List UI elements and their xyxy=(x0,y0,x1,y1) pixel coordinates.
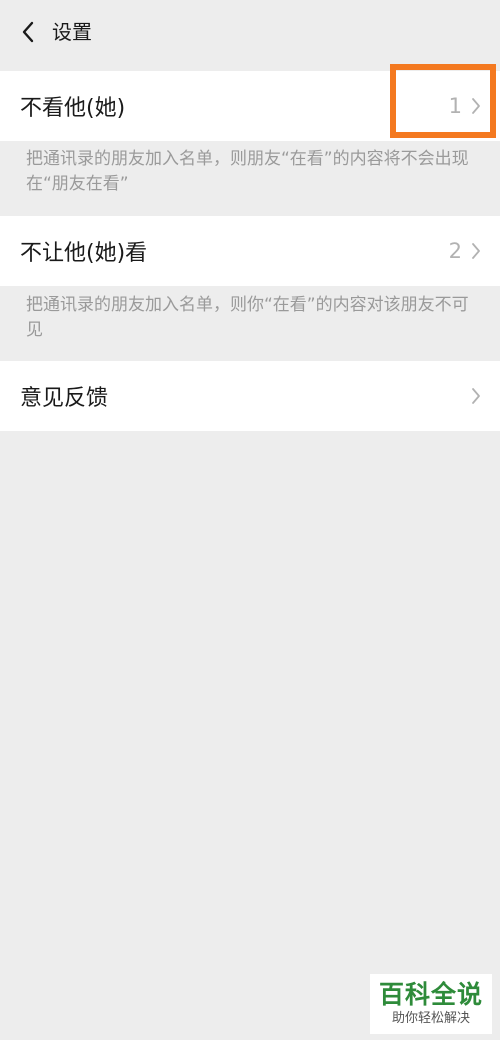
row-count: 2 xyxy=(448,239,462,263)
watermark-logo: 百科全说 助你轻松解决 xyxy=(370,974,492,1034)
chevron-right-icon xyxy=(470,386,482,406)
highlight-box xyxy=(390,64,496,138)
chevron-right-icon xyxy=(470,241,482,261)
top-bar: 设置 xyxy=(0,0,500,64)
row-label: 不让他(她)看 xyxy=(20,241,148,266)
watermark-subtitle: 助你轻松解决 xyxy=(391,1011,470,1026)
row-hide-my-content[interactable]: 不让他(她)看 2 xyxy=(0,216,500,286)
row-description: 把通讯录的朋友加入名单，则朋友“在看”的内容将不会出现在“朋友在看” xyxy=(26,149,469,194)
row-description: 把通讯录的朋友加入名单，则你“在看”的内容对该朋友不可见 xyxy=(26,295,469,340)
row-label: 意见反馈 xyxy=(20,386,109,411)
row-feedback[interactable]: 意见反馈 xyxy=(0,361,500,431)
watermark-title: 百科全说 xyxy=(378,980,483,1009)
settings-page: 设置 不看他(她) 1 把通讯录的朋友加入名单，则朋友“在看”的内容将不会出现在… xyxy=(0,0,500,1040)
chevron-left-icon xyxy=(22,21,34,43)
back-button[interactable] xyxy=(8,12,48,52)
row-label: 不看他(她) xyxy=(20,96,126,121)
page-title: 设置 xyxy=(52,20,92,44)
